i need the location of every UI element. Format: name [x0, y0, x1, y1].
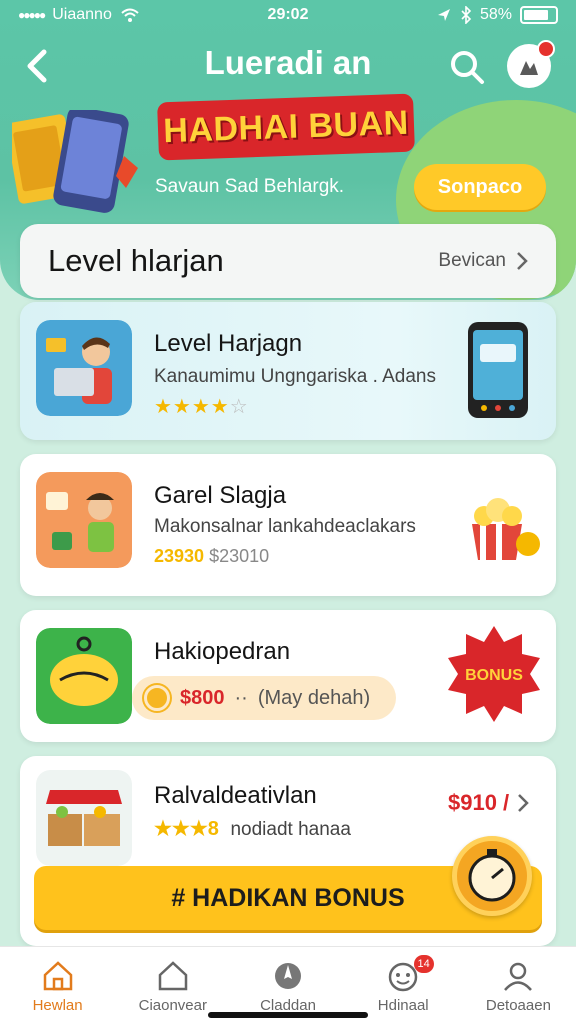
card-title: Level Harjagn [154, 330, 303, 357]
tab-label: Ciaonvear [138, 997, 207, 1014]
search-button[interactable] [448, 48, 486, 86]
home-indicator[interactable] [208, 1012, 368, 1018]
stopwatch-icon [468, 849, 516, 902]
bluetooth-icon [461, 6, 472, 24]
battery-icon [520, 6, 558, 24]
status-bar: ●●●●● Uiaanno 29:02 58% [0, 0, 576, 30]
search-icon [451, 51, 484, 84]
battery-percent: 58% [479, 6, 512, 23]
banner-subtitle: Savaun Sad Behlargk. [155, 176, 345, 197]
card-title: Hakiopedran [154, 638, 291, 665]
shopper-thumbnail [36, 472, 132, 568]
price-new: 23930 [154, 546, 205, 566]
bonus-burst-badge: BONUS [448, 626, 540, 722]
compass-icon [275, 963, 301, 989]
tab-label: Hdinaal [377, 997, 429, 1014]
tab-detoaaen[interactable]: Detoaaen [461, 947, 576, 1024]
price-link[interactable]: $910 / [448, 790, 529, 816]
price-line: 23930 $23010 [154, 546, 269, 567]
card-price: $910 / [448, 790, 510, 815]
banner-cta-button[interactable]: Sonpaco [414, 164, 546, 210]
pill-amount: $800 [180, 686, 225, 709]
tab-home[interactable]: Hewlan [0, 947, 115, 1024]
level-section-header[interactable]: Level hlarjan Bevican [20, 224, 556, 298]
price-old: $23010 [209, 546, 270, 566]
signal-icon: ●●●●● [18, 8, 46, 22]
page-title: Lueradi an [204, 44, 372, 81]
banner-title: HADHAI BUAN [157, 93, 415, 161]
smartphone-icon [468, 322, 528, 418]
rating-stars: ★★★8 [154, 818, 219, 840]
tab-badge: 14 [413, 955, 434, 973]
card-description: Makonsalnar lankahdeaclakars [154, 516, 416, 537]
pill-separator: ·· [234, 686, 248, 709]
tab-label: Hewlan [32, 997, 83, 1014]
level-section-link[interactable]: Bevican [438, 250, 528, 272]
avatar-icon [520, 61, 538, 75]
coin-icon [144, 685, 170, 711]
promo-phone-illustration [12, 110, 138, 213]
list-card-garel[interactable]: Garel Slagja Makonsalnar lankahdeaclakar… [20, 454, 556, 596]
wifi-icon [121, 8, 139, 22]
card-description: Kanaumimu Ungngariska . Adans [154, 366, 436, 387]
card-title: Ralvaldeativlan [154, 782, 317, 809]
rating-stars: ★★★★☆ [154, 396, 249, 418]
card-description: nodiadt hanaa [230, 819, 351, 840]
chevron-right-icon [518, 794, 529, 812]
tab-label: Detoaaen [485, 997, 551, 1014]
list-card-level[interactable]: Level Harjagn Kanaumimu Ungngariska . Ad… [20, 302, 556, 440]
pill-note: (May dehah) [257, 686, 371, 709]
price-pill: $800 ·· (May dehah) [132, 676, 396, 720]
chevron-right-icon [517, 252, 528, 270]
market-stall-thumbnail [36, 770, 132, 866]
avatar-button[interactable] [507, 40, 555, 88]
boy-reading-thumbnail [36, 320, 132, 416]
status-time: 29:02 [267, 6, 309, 23]
notification-dot [537, 40, 555, 58]
popcorn-icon [472, 498, 540, 560]
coin-tag-thumbnail [36, 628, 132, 724]
profile-icon [504, 962, 533, 991]
card-title: Garel Slagja [154, 482, 287, 509]
level-section-title: Level hlarjan [48, 243, 224, 278]
home-icon [43, 961, 72, 991]
carrier-name: Uiaanno [52, 6, 112, 23]
rating-row: ★★★8 nodiadt hanaa [154, 816, 351, 841]
bonus-badge-text: BONUS [465, 667, 523, 684]
level-link-label: Bevican [438, 250, 506, 271]
house-outline-icon [158, 961, 188, 991]
location-icon [437, 9, 450, 21]
timer-badge[interactable] [452, 836, 532, 916]
